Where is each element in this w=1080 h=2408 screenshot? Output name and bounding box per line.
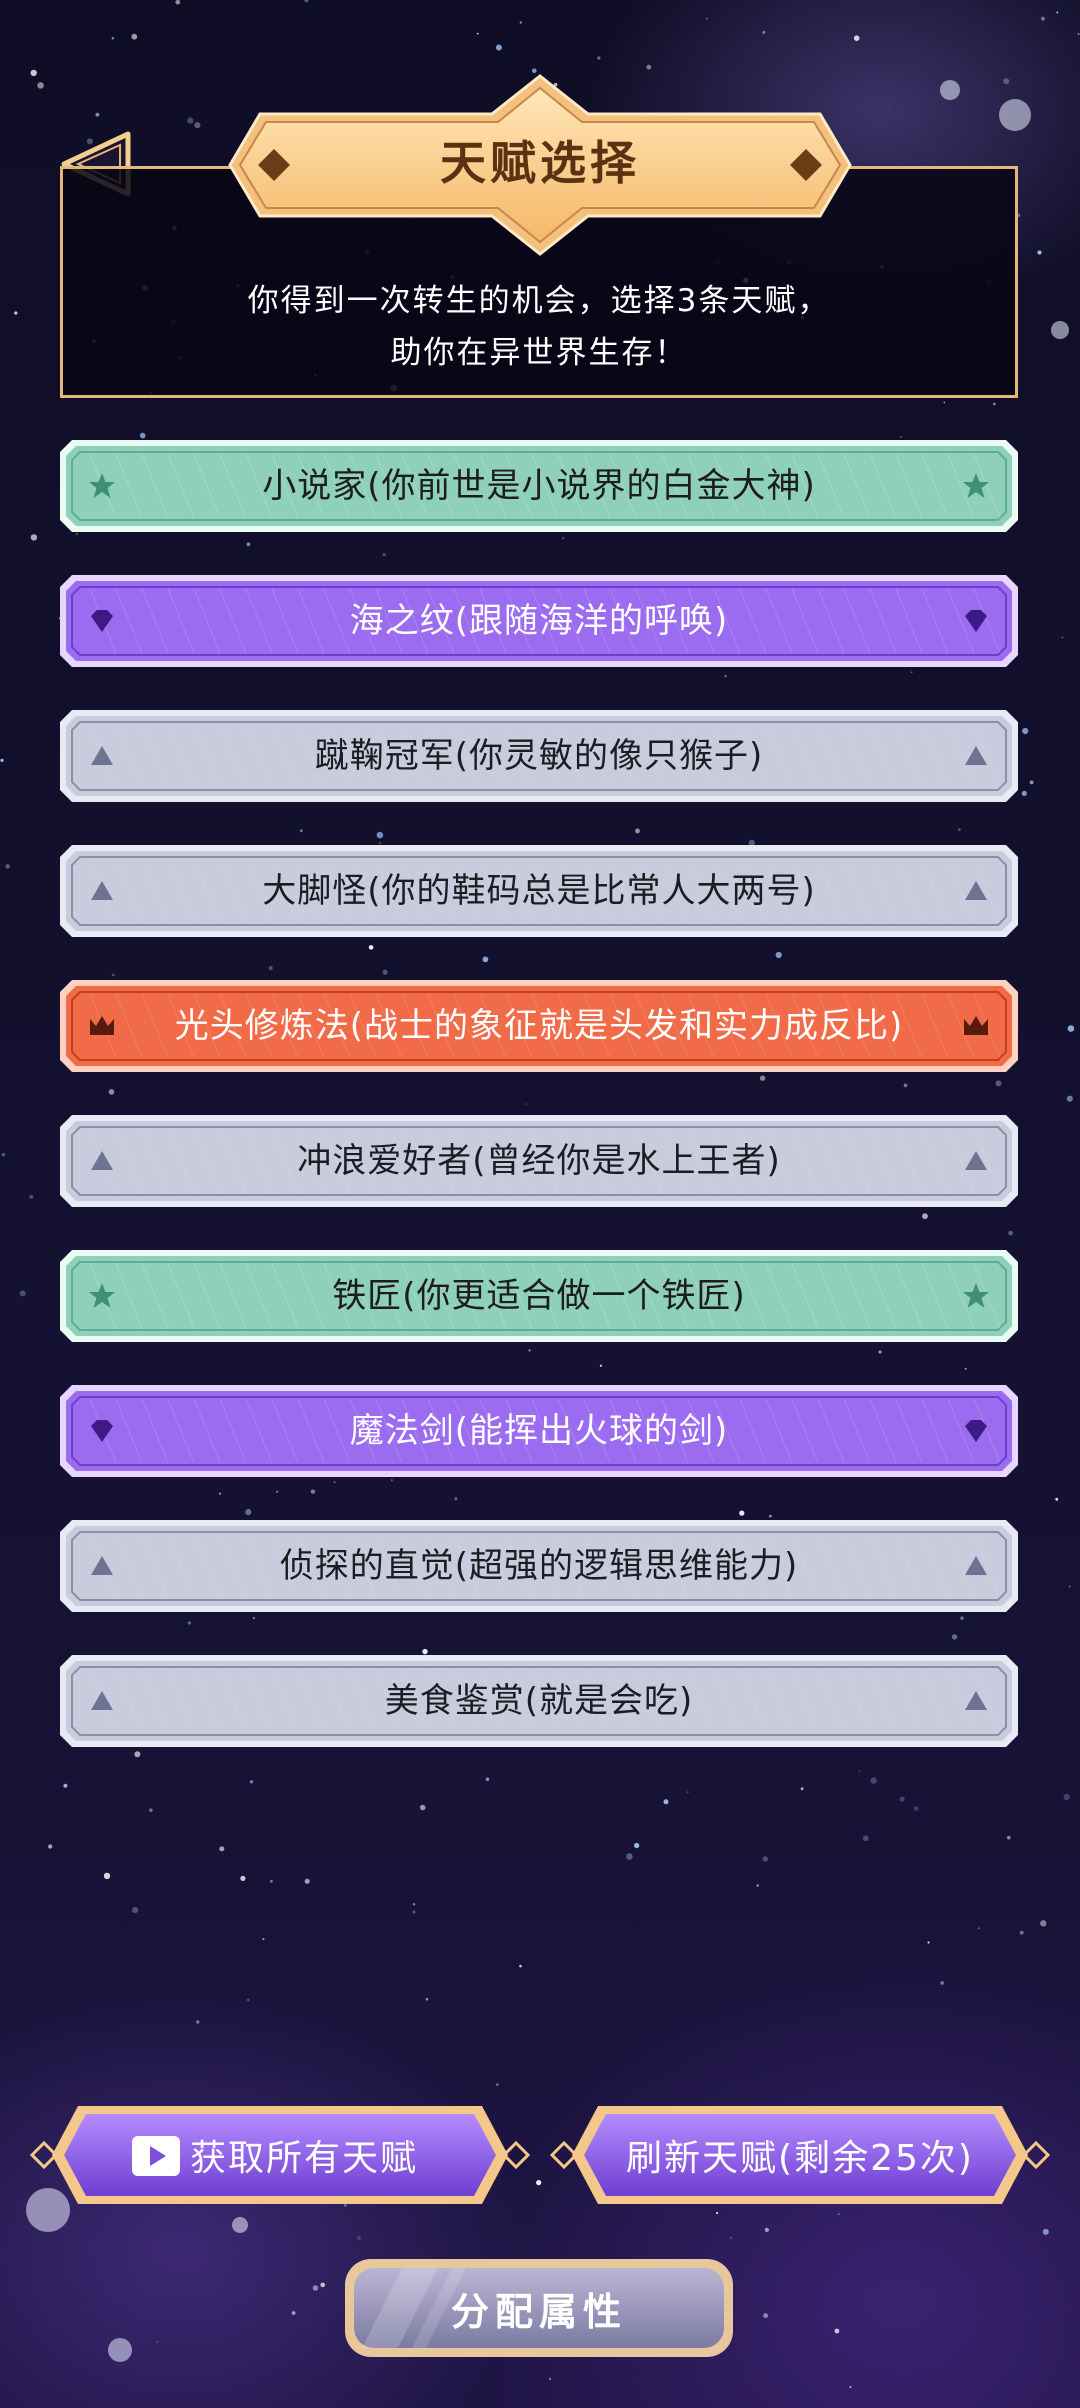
- allocate-button-label: 分配属性: [450, 2289, 627, 2334]
- get-all-talents-button[interactable]: 获取所有天赋: [29, 2100, 531, 2210]
- talent-item[interactable]: 美食鉴赏(就是会吃): [60, 1655, 1018, 1747]
- triangle-icon: [965, 1151, 987, 1170]
- triangle-icon: [91, 1556, 113, 1575]
- diamond-icon: [965, 610, 987, 632]
- talent-item[interactable]: 蹴鞠冠军(你灵敏的像只猴子): [60, 710, 1018, 802]
- talent-label: 魔法剑(能挥出火球的剑): [349, 1411, 729, 1451]
- triangle-icon: [965, 881, 987, 900]
- talent-item[interactable]: 小说家(你前世是小说界的白金大神): [60, 440, 1018, 532]
- star-icon: [963, 1283, 989, 1308]
- refresh-talents-button[interactable]: 刷新天赋(剩余25次): [549, 2100, 1051, 2210]
- diamond-icon: [965, 1420, 987, 1442]
- star-icon: [89, 1283, 115, 1308]
- diamond-icon: [91, 1420, 113, 1442]
- talent-label: 光头修炼法(战士的象征就是头发和实力成反比): [174, 1006, 904, 1046]
- talent-label: 侦探的直觉(超强的逻辑思维能力): [279, 1546, 799, 1586]
- talent-item[interactable]: 侦探的直觉(超强的逻辑思维能力): [60, 1520, 1018, 1612]
- talent-label: 冲浪爱好者(曾经你是水上王者): [297, 1141, 781, 1181]
- get-all-button-label: 获取所有天赋: [190, 2138, 419, 2179]
- crown-icon: [90, 1016, 114, 1035]
- talent-item[interactable]: 魔法剑(能挥出火球的剑): [60, 1385, 1018, 1477]
- triangle-icon: [965, 746, 987, 765]
- talent-label: 蹴鞠冠军(你灵敏的像只猴子): [314, 736, 764, 776]
- triangle-icon: [91, 1151, 113, 1170]
- talent-item[interactable]: 冲浪爱好者(曾经你是水上王者): [60, 1115, 1018, 1207]
- talent-item[interactable]: 铁匠(你更适合做一个铁匠): [60, 1250, 1018, 1342]
- diamond-icon: [91, 610, 113, 632]
- crown-icon: [964, 1016, 988, 1035]
- triangle-icon: [91, 881, 113, 900]
- talent-label: 海之纹(跟随海洋的呼唤): [349, 601, 729, 641]
- allocate-attributes-button[interactable]: 分配属性: [342, 2256, 736, 2360]
- talent-label: 小说家(你前世是小说界的白金大神): [262, 466, 816, 506]
- triangle-icon: [91, 746, 113, 765]
- talent-item[interactable]: 光头修炼法(战士的象征就是头发和实力成反比): [60, 980, 1018, 1072]
- refresh-button-label: 刷新天赋(剩余25次): [626, 2138, 974, 2179]
- star-icon: [963, 473, 989, 498]
- talent-item[interactable]: 大脚怪(你的鞋码总是比常人大两号): [60, 845, 1018, 937]
- intro-text: 你得到一次转生的机会，选择3条天赋， 助你在异世界生存！: [247, 283, 831, 371]
- page-title: 天赋选择: [440, 136, 640, 190]
- talent-item[interactable]: 海之纹(跟随海洋的呼唤): [60, 575, 1018, 667]
- talent-label: 铁匠(你更适合做一个铁匠): [332, 1276, 746, 1316]
- video-play-icon: [132, 2136, 180, 2176]
- talent-label: 大脚怪(你的鞋码总是比常人大两号): [262, 871, 816, 911]
- talent-label: 美食鉴赏(就是会吃): [384, 1681, 694, 1721]
- triangle-icon: [965, 1691, 987, 1710]
- star-icon: [89, 473, 115, 498]
- triangle-icon: [91, 1691, 113, 1710]
- triangle-icon: [965, 1556, 987, 1575]
